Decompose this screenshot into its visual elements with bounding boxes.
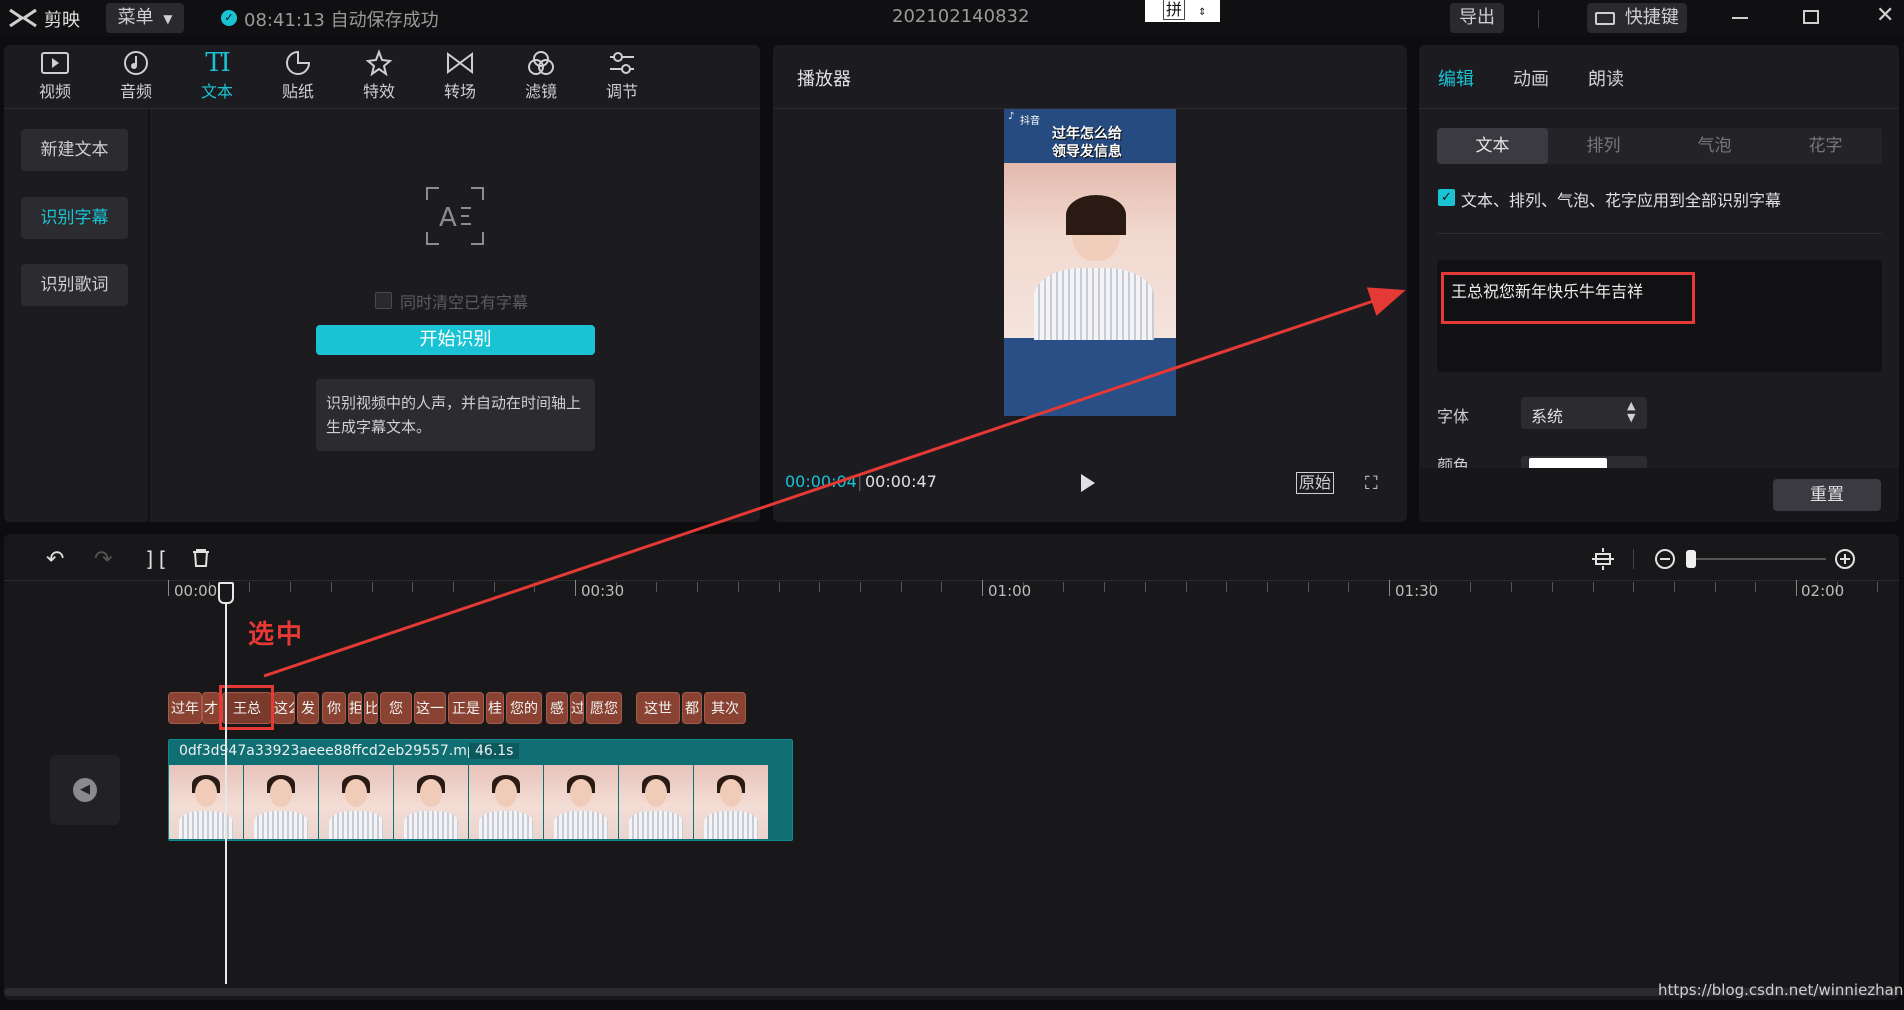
thumbnail-face — [645, 779, 667, 807]
subtitle-chip[interactable]: 比 — [364, 692, 378, 724]
subtitle-chip[interactable]: 都 — [682, 692, 702, 724]
video-thumbnail — [544, 765, 618, 839]
video-thumbnail — [619, 765, 693, 839]
thumbnail-face — [195, 779, 217, 807]
chip-highlight-box — [219, 685, 274, 730]
thumbnail-shirt — [254, 811, 308, 839]
footer-watermark: https://blog.csdn.net/winniezhang — [1658, 981, 1904, 999]
thumbnail-face — [495, 779, 517, 807]
video-thumbnail — [394, 765, 468, 839]
video-thumbnail — [244, 765, 318, 839]
track-audio-toggle[interactable]: ◀ — [50, 755, 120, 825]
thumbnail-shirt — [479, 811, 533, 839]
subtitle-chip[interactable]: 其次 — [704, 692, 746, 724]
subtitle-chip[interactable]: 过年 — [168, 692, 202, 724]
subtitle-chip[interactable]: 这世 — [636, 692, 680, 724]
timeline-scrollbar[interactable] — [4, 988, 1899, 996]
thumbnail-shirt — [704, 811, 758, 839]
thumbnail-face — [570, 779, 592, 807]
thumbnail-shirt — [329, 811, 383, 839]
thumbnail-shirt — [554, 811, 608, 839]
thumbnail-face — [270, 779, 292, 807]
subtitle-chip[interactable]: 发 — [297, 692, 319, 724]
subtitle-chip[interactable]: 感 — [546, 692, 568, 724]
subtitle-chip[interactable]: 过 — [570, 692, 584, 724]
subtitle-chip[interactable]: 才 — [202, 692, 220, 724]
video-thumbnail — [169, 765, 243, 839]
subtitle-chip[interactable]: 拒 — [348, 692, 362, 724]
subtitle-chip[interactable]: 桂 — [486, 692, 504, 724]
video-thumbnail — [694, 765, 768, 839]
subtitle-chip[interactable]: 正是 — [448, 692, 484, 724]
thumbnail-shirt — [404, 811, 458, 839]
video-clip-duration: 46.1s — [469, 743, 520, 759]
thumbnail-shirt — [629, 811, 683, 839]
annotation-arrow-icon — [263, 287, 1406, 678]
subtitle-chip[interactable]: 这么 — [273, 692, 295, 724]
video-thumbnail — [469, 765, 543, 839]
subtitle-chip[interactable]: 您的 — [506, 692, 542, 724]
subtitle-chip[interactable]: 您 — [380, 692, 412, 724]
subtitle-chip[interactable]: 你 — [322, 692, 346, 724]
playhead-line — [225, 592, 227, 984]
speaker-icon: ◀ — [73, 778, 97, 802]
subtitle-chip[interactable]: 愿您 — [586, 692, 622, 724]
subtitle-chip[interactable]: 这一 — [414, 692, 446, 724]
thumbnail-face — [720, 779, 742, 807]
playhead-handle[interactable] — [218, 582, 234, 604]
thumbnail-face — [345, 779, 367, 807]
thumbnail-face — [420, 779, 442, 807]
video-thumbnail — [319, 765, 393, 839]
